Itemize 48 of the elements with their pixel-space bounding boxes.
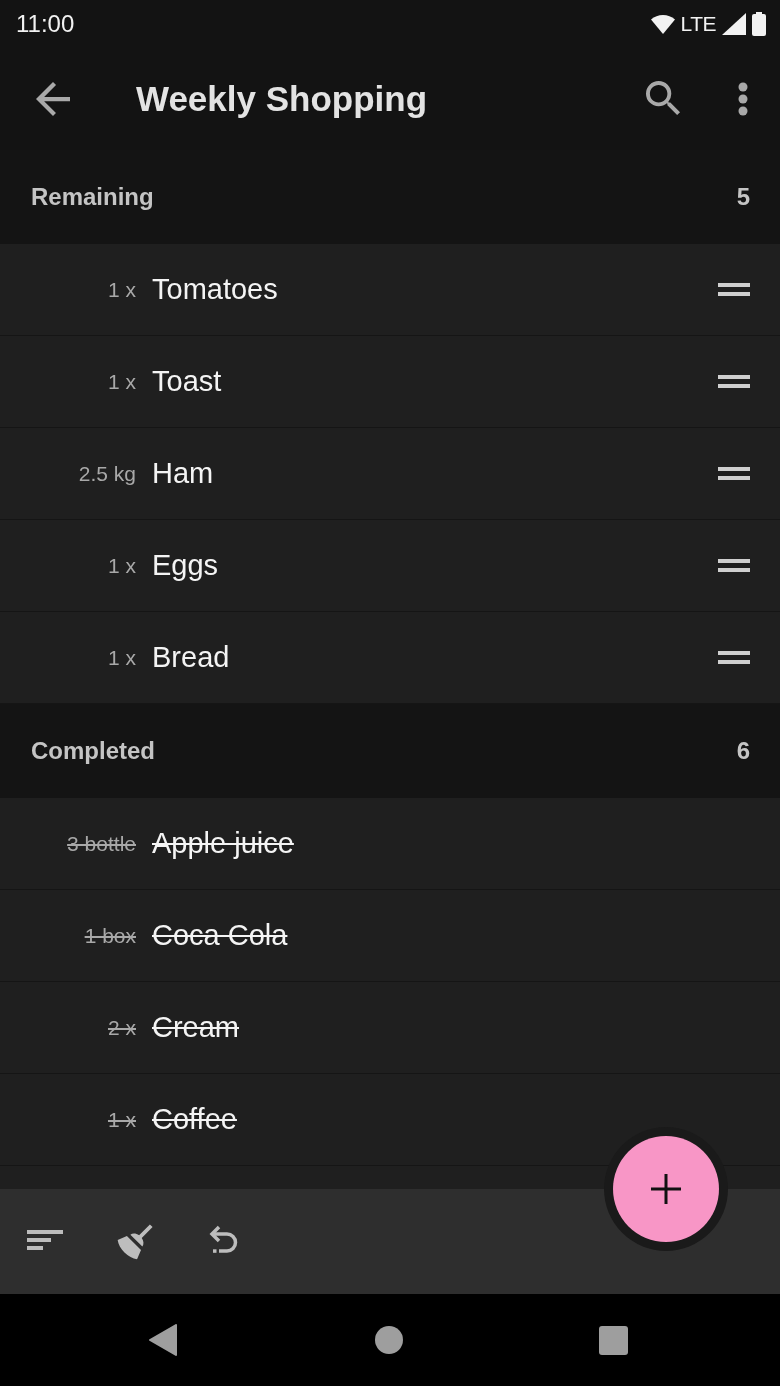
item-quantity: 3 bottle (66, 831, 136, 856)
more-vert-icon (736, 82, 750, 116)
item-name: Bread (152, 641, 230, 674)
item-quantity: 1 box (83, 923, 136, 948)
drag-handle-icon[interactable] (718, 282, 750, 297)
item-name: Coca Cola (152, 919, 288, 952)
section-count: 5 (736, 183, 750, 211)
item-quantity: 1 x (107, 645, 136, 670)
item-quantity: 2 x (107, 1015, 136, 1040)
recents-square-icon (599, 1325, 628, 1355)
add-icon (651, 1174, 681, 1204)
back-arrow-icon (36, 82, 70, 116)
item-name: Cream (152, 1011, 239, 1044)
section-count: 6 (736, 737, 750, 765)
item-name: Ham (152, 457, 214, 490)
drag-handle-icon[interactable] (718, 374, 750, 389)
back-triangle-icon (149, 1324, 177, 1356)
network-type: LTE (680, 12, 716, 36)
drag-handle-icon[interactable] (718, 558, 750, 573)
signal-icon (722, 13, 746, 35)
nav-recents-button[interactable] (599, 1325, 628, 1355)
item-name: Coffee (152, 1103, 237, 1136)
search-icon (646, 81, 682, 117)
home-circle-icon (375, 1326, 403, 1354)
battery-icon (752, 12, 766, 36)
drag-handle-icon[interactable] (718, 466, 750, 481)
drag-handle-icon[interactable] (718, 650, 750, 665)
item-quantity: 1 x (107, 369, 136, 394)
back-button[interactable] (36, 82, 70, 116)
broom-icon (117, 1223, 153, 1260)
item-name: Tomatoes (152, 273, 278, 306)
nav-home-button[interactable] (375, 1326, 403, 1354)
more-options-button[interactable] (736, 82, 750, 116)
item-quantity: 1 x (107, 277, 136, 302)
item-quantity: 1 x (107, 553, 136, 578)
search-button[interactable] (646, 81, 682, 117)
status-time: 11:00 (16, 10, 75, 38)
item-quantity: 1 x (107, 1107, 136, 1132)
item-name: Eggs (152, 549, 219, 582)
item-name: Apple juice (152, 827, 294, 860)
section-title: Remaining (31, 183, 154, 211)
item-name: Toast (152, 365, 222, 398)
item-quantity: 2.5 kg (77, 461, 136, 486)
screen-title: Weekly Shopping (136, 79, 428, 119)
clear-completed-button[interactable] (117, 1223, 153, 1260)
wifi-icon (650, 14, 675, 34)
nav-back-button[interactable] (149, 1324, 177, 1356)
section-title: Completed (31, 737, 155, 765)
